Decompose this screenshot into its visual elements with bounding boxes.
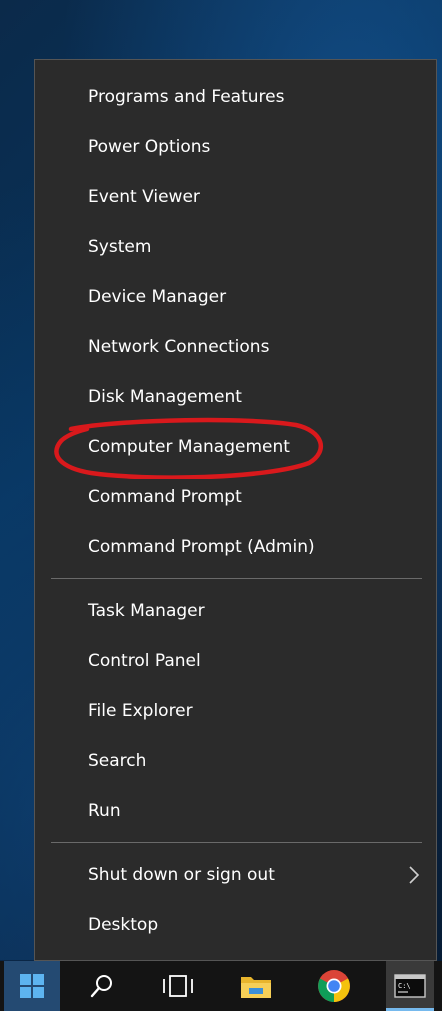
- menu-item-device-manager[interactable]: Device Manager: [35, 272, 436, 322]
- menu-item-label: Run: [88, 801, 121, 821]
- taskbar: C:\: [0, 961, 442, 1011]
- menu-item-control-panel[interactable]: Control Panel: [35, 636, 436, 686]
- file-explorer-icon: [241, 977, 271, 998]
- menu-item-label: Shut down or sign out: [88, 865, 275, 885]
- task-view-icon: [163, 975, 193, 997]
- menu-item-power-options[interactable]: Power Options: [35, 122, 436, 172]
- menu-item-computer-management[interactable]: Computer Management: [35, 422, 436, 472]
- command-prompt-taskbar-button[interactable]: C:\: [386, 961, 434, 1011]
- start-button[interactable]: [4, 961, 60, 1011]
- menu-item-programs-and-features[interactable]: Programs and Features: [35, 72, 436, 122]
- menu-item-label: Power Options: [88, 137, 211, 157]
- menu-item-disk-management[interactable]: Disk Management: [35, 372, 436, 422]
- task-view-button[interactable]: [154, 961, 202, 1011]
- windows-start-icon: [20, 974, 44, 998]
- menu-separator: [51, 578, 422, 579]
- menu-item-run[interactable]: Run: [35, 786, 436, 836]
- menu-item-search[interactable]: Search: [35, 736, 436, 786]
- winx-context-menu: Programs and Features Power Options Even…: [34, 59, 437, 961]
- menu-item-label: Network Connections: [88, 337, 270, 357]
- menu-item-label: Desktop: [88, 915, 159, 935]
- command-prompt-icon: C:\: [394, 974, 426, 998]
- menu-item-label: Programs and Features: [88, 87, 285, 107]
- menu-item-task-manager[interactable]: Task Manager: [35, 586, 436, 636]
- search-button[interactable]: [78, 961, 126, 1011]
- menu-item-label: Search: [88, 751, 147, 771]
- menu-item-label: Disk Management: [88, 387, 242, 407]
- file-explorer-taskbar-button[interactable]: [232, 961, 280, 1011]
- menu-item-label: Computer Management: [88, 437, 290, 457]
- menu-separator: [51, 842, 422, 843]
- menu-item-label: Event Viewer: [88, 187, 200, 207]
- menu-item-label: Command Prompt (Admin): [88, 537, 315, 557]
- menu-item-file-explorer[interactable]: File Explorer: [35, 686, 436, 736]
- menu-item-system[interactable]: System: [35, 222, 436, 272]
- svg-text:C:\: C:\: [398, 982, 411, 990]
- menu-item-label: Device Manager: [88, 287, 227, 307]
- menu-item-label: File Explorer: [88, 701, 193, 721]
- menu-item-shut-down-or-sign-out[interactable]: Shut down or sign out: [35, 850, 436, 900]
- chevron-right-icon: [409, 866, 420, 884]
- menu-item-label: Command Prompt: [88, 487, 242, 507]
- menu-item-label: System: [88, 237, 152, 257]
- chrome-taskbar-button[interactable]: [310, 961, 358, 1011]
- menu-item-label: Task Manager: [88, 601, 205, 621]
- search-icon: [90, 975, 112, 998]
- menu-item-command-prompt[interactable]: Command Prompt: [35, 472, 436, 522]
- menu-item-event-viewer[interactable]: Event Viewer: [35, 172, 436, 222]
- menu-item-network-connections[interactable]: Network Connections: [35, 322, 436, 372]
- chrome-icon: [318, 970, 350, 1002]
- menu-item-command-prompt-admin[interactable]: Command Prompt (Admin): [35, 522, 436, 572]
- menu-item-desktop[interactable]: Desktop: [35, 900, 436, 950]
- menu-item-label: Control Panel: [88, 651, 201, 671]
